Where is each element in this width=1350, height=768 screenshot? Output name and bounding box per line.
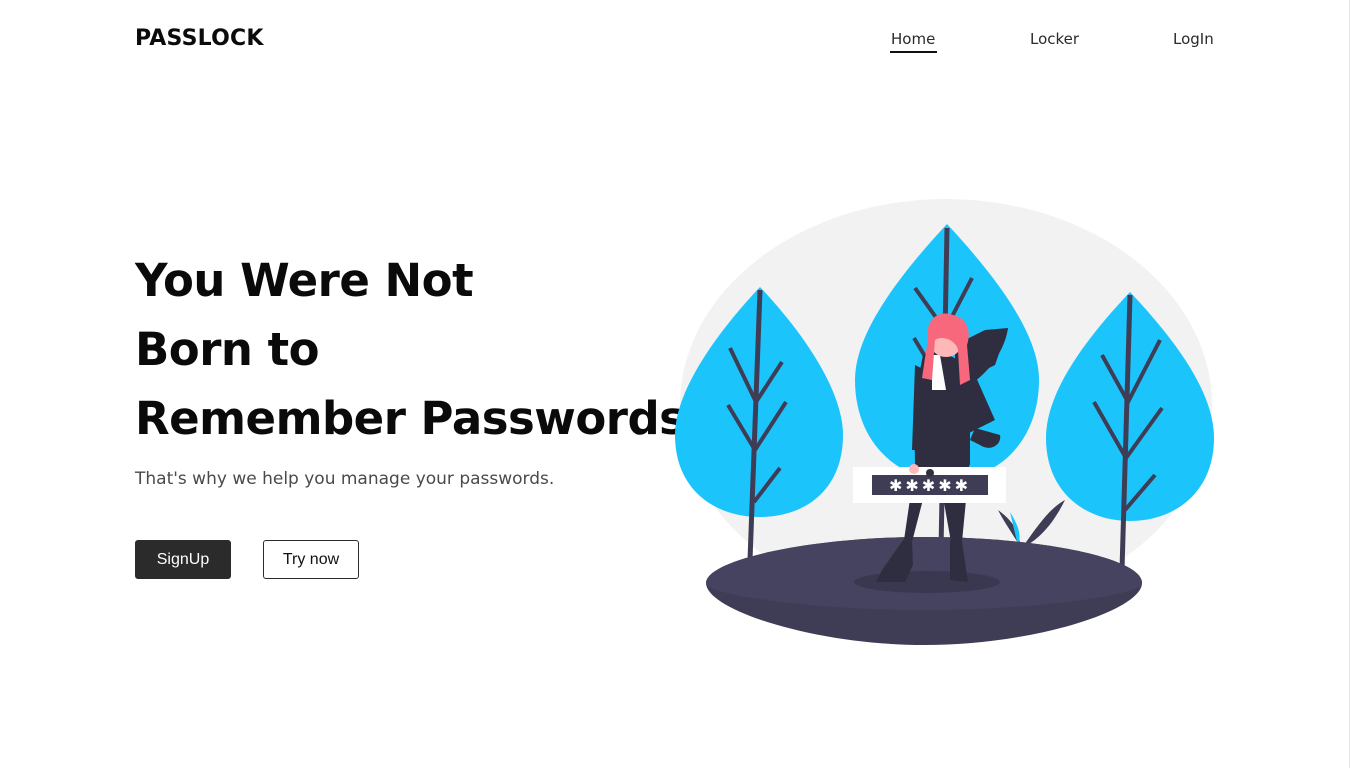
nav-link-locker[interactable]: Locker — [1030, 30, 1079, 48]
active-nav-indicator — [890, 51, 937, 53]
hero-title-line-1: You Were Not — [135, 254, 474, 307]
try-now-button[interactable]: Try now — [263, 540, 359, 579]
password-illustration: ✱✱✱✱✱ — [675, 199, 1214, 645]
nav-link-login[interactable]: LogIn — [1173, 30, 1214, 48]
hero-title: You Were Not Born to Remember Passwords. — [135, 246, 703, 453]
hero-subtitle: That's why we help you manage your passw… — [135, 469, 555, 489]
nav-link-home[interactable]: Home — [891, 30, 935, 48]
main-nav: Home Locker LogIn — [0, 30, 1350, 60]
ground-island — [706, 537, 1142, 645]
password-field-graphic: ✱✱✱✱✱ — [853, 464, 1006, 503]
password-mask-text: ✱✱✱✱✱ — [889, 476, 971, 495]
hero-title-line-3: Remember Passwords. — [135, 392, 703, 445]
signup-button[interactable]: SignUp — [135, 540, 231, 579]
hero-title-line-2: Born to — [135, 323, 320, 376]
